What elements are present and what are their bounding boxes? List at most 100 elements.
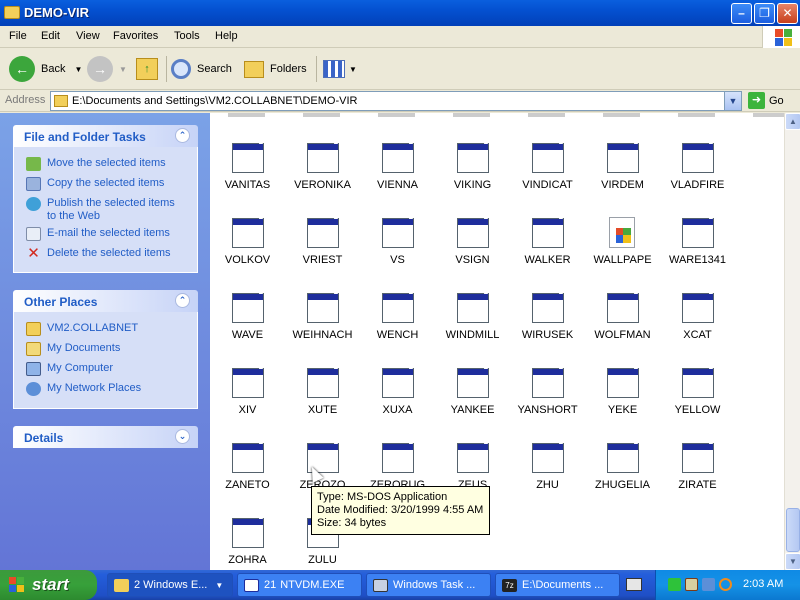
file-item[interactable]: VIENNA xyxy=(360,141,435,207)
collapse-icon[interactable]: ⌃ xyxy=(175,128,190,143)
task-publish[interactable]: Publish the selected items to the Web xyxy=(26,197,186,223)
views-button[interactable]: ▼ xyxy=(323,54,357,84)
toolbar: ← Back ▼ → ▼ ↑ Search Folders ▼ xyxy=(0,48,800,90)
collapse-icon[interactable]: ⌃ xyxy=(175,293,190,308)
file-item[interactable]: WALLPAPE xyxy=(585,217,660,282)
file-item[interactable]: VANITAS xyxy=(210,141,285,207)
file-item[interactable]: ZIRATE xyxy=(660,441,735,507)
file-item[interactable]: WOLFMAN xyxy=(585,291,660,357)
file-name: WENCH xyxy=(376,329,419,341)
file-item[interactable]: YEKE xyxy=(585,366,660,432)
place-my-network-places[interactable]: My Network Places xyxy=(26,382,141,396)
menu-view[interactable]: View xyxy=(76,30,100,42)
menu-help[interactable]: Help xyxy=(215,30,238,42)
expand-icon[interactable]: ⌄ xyxy=(175,429,190,444)
address-input[interactable]: E:\Documents and Settings\VM2.COLLABNET\… xyxy=(50,91,742,111)
ms-dos-application-icon xyxy=(682,366,714,398)
file-item[interactable]: WAVE xyxy=(210,291,285,357)
file-item[interactable]: WIRUSEK xyxy=(510,291,585,357)
network-icon[interactable] xyxy=(702,578,715,591)
close-button[interactable]: ✕ xyxy=(777,3,798,24)
file-item[interactable]: VSIGN xyxy=(435,216,510,282)
chevron-down-icon[interactable]: ▼ xyxy=(74,65,82,74)
search-button[interactable]: Search xyxy=(171,54,232,84)
file-item[interactable]: VOLKOV xyxy=(210,216,285,282)
menu-tools[interactable]: Tools xyxy=(174,30,200,42)
folders-button[interactable]: Folders xyxy=(244,54,307,84)
file-item[interactable]: VERONIKA xyxy=(285,141,360,207)
ms-dos-application-icon xyxy=(307,291,339,323)
chevron-down-icon[interactable]: ▼ xyxy=(119,65,127,74)
ms-dos-application-icon xyxy=(532,291,564,323)
other-places-header[interactable]: Other Places ⌃ xyxy=(13,290,198,312)
file-item[interactable]: ZHUGELIA xyxy=(585,441,660,507)
file-item[interactable]: YANKEE xyxy=(435,366,510,432)
file-item[interactable]: WINDMILL xyxy=(435,291,510,357)
file-item[interactable]: XUXA xyxy=(360,366,435,432)
file-item[interactable]: VINDICAT xyxy=(510,141,585,207)
file-item[interactable]: VIKING xyxy=(435,141,510,207)
scroll-thumb[interactable] xyxy=(786,508,800,552)
menu-edit[interactable]: Edit xyxy=(41,30,60,42)
chevron-down-icon[interactable]: ▼ xyxy=(349,65,357,74)
place-my-computer[interactable]: My Computer xyxy=(26,362,113,376)
file-info-tooltip: Type: MS-DOS Application Date Modified: … xyxy=(311,486,490,535)
task-email[interactable]: E-mail the selected items xyxy=(26,227,170,241)
delete-icon: ✕ xyxy=(27,245,40,262)
back-button[interactable]: ← Back ▼ xyxy=(9,54,82,84)
chevron-down-icon[interactable]: ▼ xyxy=(724,92,741,110)
file-item[interactable]: WALKER xyxy=(510,216,585,282)
task-windows-task-manager[interactable]: Windows Task ... xyxy=(366,573,491,597)
task-windows-explorer[interactable]: 2 Windows E... ▼ xyxy=(107,573,233,597)
file-item[interactable]: XIV xyxy=(210,366,285,432)
scroll-up-icon[interactable]: ▲ xyxy=(785,113,800,130)
shield-icon[interactable] xyxy=(685,578,698,591)
file-item[interactable]: WARE1341 xyxy=(660,216,735,282)
file-item[interactable]: ZANETO xyxy=(210,441,285,507)
file-item[interactable]: WENCH xyxy=(360,291,435,357)
file-item[interactable]: WEIHNACH xyxy=(285,291,360,357)
file-folder-tasks-header[interactable]: File and Folder Tasks ⌃ xyxy=(13,125,198,147)
copy-icon xyxy=(26,177,41,191)
file-item[interactable]: VIRDEM xyxy=(585,141,660,207)
title-bar[interactable]: DEMO-VIR – ❐ ✕ xyxy=(0,0,800,26)
globe-icon xyxy=(26,197,41,211)
file-item[interactable]: ZHU xyxy=(510,441,585,507)
menu-favorites[interactable]: Favorites xyxy=(113,30,158,42)
green-tray-icon[interactable] xyxy=(668,578,681,591)
task-move[interactable]: Move the selected items xyxy=(26,157,166,171)
file-item[interactable]: ZOHRA xyxy=(210,516,285,570)
file-item[interactable]: XUTE xyxy=(285,366,360,432)
task-copy[interactable]: Copy the selected items xyxy=(26,177,164,191)
clock: 2:03 AM xyxy=(743,578,784,590)
file-item[interactable]: YANSHORT xyxy=(510,366,585,432)
forward-button[interactable]: → ▼ xyxy=(87,54,127,84)
file-name: ZANETO xyxy=(225,479,270,491)
go-button[interactable]: ➜ Go xyxy=(748,92,784,109)
maximize-button[interactable]: ❐ xyxy=(754,3,775,24)
task-ntvdm[interactable]: 21 NTVDM.EXE xyxy=(237,573,362,597)
windows-logo-icon xyxy=(762,26,800,48)
command-prompt-icon: 7z xyxy=(502,578,517,592)
file-item[interactable]: VRIEST xyxy=(285,216,360,282)
file-name: WALLPAPE xyxy=(593,254,652,266)
file-folder-tasks-panel: Move the selected items Copy the selecte… xyxy=(13,147,198,273)
menu-file[interactable]: File xyxy=(9,30,27,42)
file-item[interactable]: YELLOW xyxy=(660,366,735,432)
file-item[interactable]: VLADFIRE xyxy=(660,141,735,207)
minimize-button[interactable]: – xyxy=(731,3,752,24)
up-folder-button[interactable]: ↑ xyxy=(136,54,158,84)
file-item[interactable]: XCAT xyxy=(660,291,735,357)
details-header[interactable]: Details ⌄ xyxy=(13,426,198,448)
vertical-scrollbar[interactable]: ▲ ▼ xyxy=(784,113,800,570)
task-delete[interactable]: ✕ Delete the selected items xyxy=(26,245,170,262)
search-icon[interactable] xyxy=(719,578,732,591)
place-vm2-collabnet[interactable]: VM2.COLLABNET xyxy=(26,322,138,336)
scroll-down-icon[interactable]: ▼ xyxy=(785,553,800,570)
keyboard-icon[interactable] xyxy=(626,578,642,591)
file-list-view[interactable]: VANITAS VERONIKA VIENNA VIKING VINDICAT VIRDE… xyxy=(210,113,784,570)
start-button[interactable]: start xyxy=(0,570,97,600)
task-documents[interactable]: 7z E:\Documents ... xyxy=(495,573,620,597)
place-my-documents[interactable]: My Documents xyxy=(26,342,120,356)
file-item[interactable]: VS xyxy=(360,216,435,282)
